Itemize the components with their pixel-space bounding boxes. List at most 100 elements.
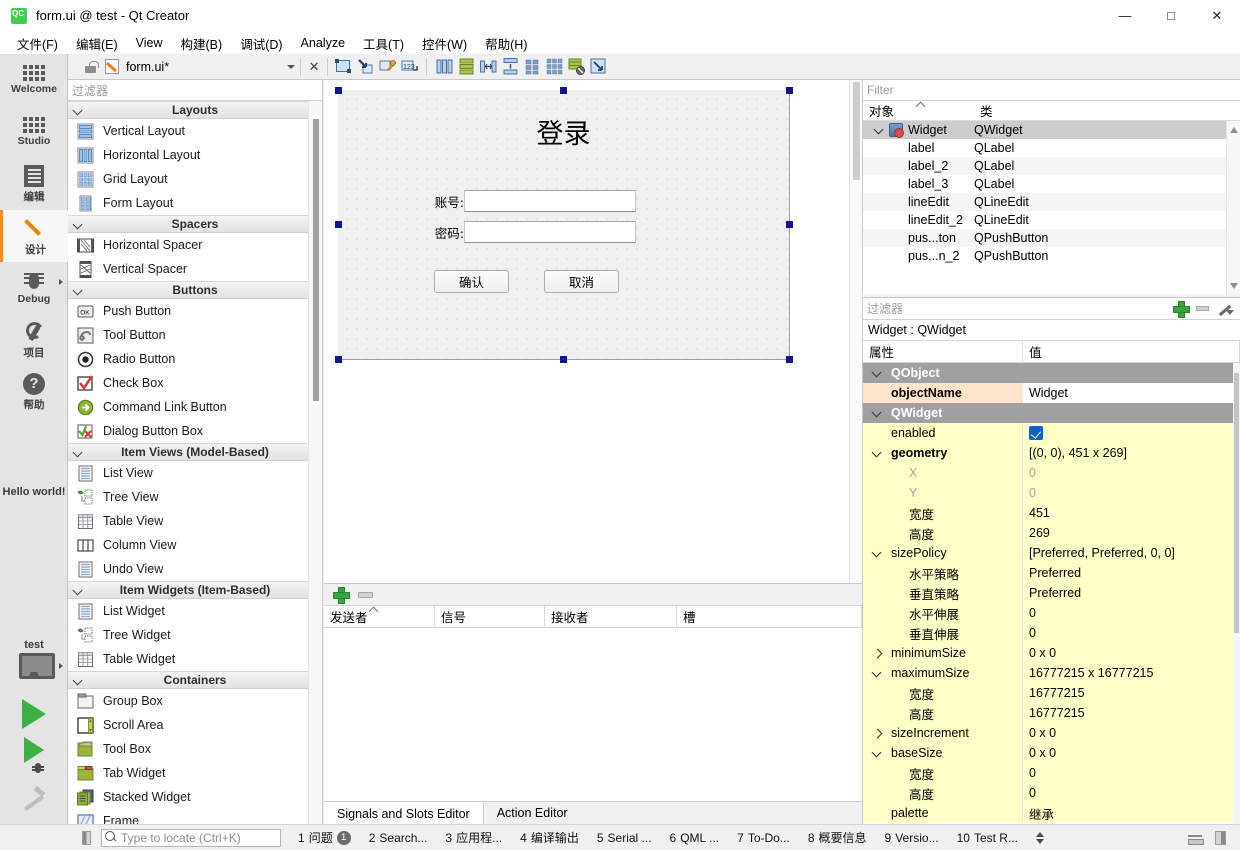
property-row-basesize[interactable]: baseSize 0 x 0 — [863, 743, 1240, 763]
tree-row-lineedit-2[interactable]: lineEdit_2 QLineEdit — [863, 211, 1240, 229]
column-property[interactable]: 属性 — [863, 341, 1023, 362]
property-value[interactable]: Preferred — [1023, 583, 1240, 603]
widget-group-item-views[interactable]: Item Views (Model-Based) — [68, 443, 322, 461]
column-slot[interactable]: 槽 — [677, 606, 862, 627]
property-row-y[interactable]: Y 0 — [863, 483, 1240, 503]
tree-row-pushbutton[interactable]: pus...ton QPushButton — [863, 229, 1240, 247]
property-editor-scrollbar[interactable] — [1233, 363, 1240, 824]
resize-handle-top-center[interactable] — [560, 87, 567, 94]
scrollbar-thumb[interactable] — [853, 82, 860, 180]
chevron-right-icon[interactable] — [873, 729, 881, 737]
run-button[interactable] — [0, 699, 68, 729]
property-row-minimumsize[interactable]: minimumSize 0 x 0 — [863, 643, 1240, 663]
output-pane-compile-output[interactable]: 4 编译输出 — [511, 829, 588, 846]
mode-design[interactable]: 设计 — [0, 210, 68, 262]
scroll-up-icon[interactable] — [1230, 127, 1238, 133]
property-value[interactable]: 269 — [1023, 523, 1240, 543]
tab-action-editor[interactable]: Action Editor — [484, 802, 581, 824]
form-widget[interactable]: 登录 账号: 密码: 确认 取消 — [338, 90, 790, 360]
chevron-right-icon[interactable] — [873, 649, 881, 657]
menu-view[interactable]: View — [127, 34, 172, 52]
property-group-qobject[interactable]: QObject — [863, 363, 1240, 383]
mode-welcome[interactable]: Welcome — [0, 54, 68, 106]
property-row-vertical-policy[interactable]: 垂直策略 Preferred — [863, 583, 1240, 603]
chevron-down-icon[interactable] — [287, 64, 296, 69]
toggle-right-sidebar-icon[interactable] — [1215, 830, 1226, 845]
open-file-name[interactable]: form.ui* — [126, 60, 169, 74]
mode-edit[interactable]: 编辑 — [0, 158, 68, 210]
property-row-palette[interactable]: palette 继承 — [863, 803, 1240, 823]
property-row-vertical-stretch[interactable]: 垂直伸展 0 — [863, 623, 1240, 643]
property-row-geometry-height[interactable]: 高度 269 — [863, 523, 1240, 543]
output-pane-serial[interactable]: 5 Serial ... — [588, 831, 661, 845]
property-row-horizontal-stretch[interactable]: 水平伸展 0 — [863, 603, 1240, 623]
property-row-sizepolicy[interactable]: sizePolicy [Preferred, Preferred, 0, 0] — [863, 543, 1240, 563]
add-icon[interactable] — [333, 587, 350, 604]
widget-item-horizontal-spacer[interactable]: Horizontal Spacer — [68, 233, 322, 257]
property-row-maximumsize-height[interactable]: 高度 16777215 — [863, 703, 1240, 723]
widget-item-tree-view[interactable]: Tree View — [68, 485, 322, 509]
property-row-maximumsize-width[interactable]: 宽度 16777215 — [863, 683, 1240, 703]
object-inspector-filter-input[interactable]: Filter — [863, 80, 1240, 101]
locator-input[interactable]: Type to locate (Ctrl+K) — [101, 828, 281, 847]
widget-item-grid-layout[interactable]: Grid Layout — [68, 167, 322, 191]
property-row-geometry[interactable]: geometry [(0, 0), 451 x 269] — [863, 443, 1240, 463]
property-row-enabled[interactable]: enabled — [863, 423, 1240, 443]
widget-group-spacers[interactable]: Spacers — [68, 215, 322, 233]
widget-item-form-layout[interactable]: Form Layout — [68, 191, 322, 215]
column-sender[interactable]: 发送者 — [324, 606, 435, 627]
build-button[interactable] — [0, 787, 68, 811]
property-value[interactable]: 0 — [1023, 623, 1240, 643]
column-value[interactable]: 值 — [1023, 341, 1240, 362]
widget-item-table-widget[interactable]: Table Widget — [68, 647, 322, 671]
widget-item-table-view[interactable]: Table View — [68, 509, 322, 533]
cancel-button[interactable]: 取消 — [544, 270, 619, 293]
property-row-x[interactable]: X 0 — [863, 463, 1240, 483]
chevron-down-icon[interactable] — [875, 126, 883, 134]
menu-edit[interactable]: 编辑(E) — [67, 32, 127, 55]
menu-debug[interactable]: 调试(D) — [231, 32, 291, 55]
chevron-down-icon[interactable] — [873, 409, 881, 417]
mode-studio[interactable]: Studio — [0, 106, 68, 158]
column-class[interactable]: 类 — [974, 101, 1240, 120]
output-pane-search[interactable]: 2 Search... — [360, 831, 437, 845]
debug-button[interactable] — [0, 737, 68, 779]
output-pane-test-results[interactable]: 10 Test R... — [948, 831, 1027, 845]
property-row-basesize-width[interactable]: 宽度 0 — [863, 763, 1240, 783]
property-value[interactable]: 0 — [1023, 783, 1240, 803]
widget-item-dialog-button-box[interactable]: Dialog Button Box — [68, 419, 322, 443]
property-value[interactable]: 0 — [1023, 463, 1240, 483]
widget-item-command-link-button[interactable]: Command Link Button — [68, 395, 322, 419]
property-value[interactable]: [(0, 0), 451 x 269] — [1023, 443, 1240, 463]
canvas-scrollbar[interactable] — [849, 80, 862, 583]
property-value[interactable]: Preferred — [1023, 563, 1240, 583]
chevron-down-icon[interactable] — [873, 749, 881, 757]
object-inspector-scrollbar[interactable] — [1226, 121, 1240, 295]
kit-target-selector[interactable] — [0, 653, 68, 693]
close-document-icon[interactable]: ✕ — [306, 59, 322, 75]
output-pane-issues[interactable]: 1 问题 1 — [289, 829, 360, 846]
property-value[interactable]: 451 — [1023, 503, 1240, 523]
sidebar-toggle-icon[interactable] — [82, 830, 91, 845]
property-value[interactable]: 0 x 0 — [1023, 743, 1240, 763]
widget-item-radio-button[interactable]: Radio Button — [68, 347, 322, 371]
unlocked-icon[interactable] — [85, 60, 99, 73]
widget-item-check-box[interactable]: Check Box — [68, 371, 322, 395]
widget-item-frame[interactable]: Frame — [68, 809, 322, 824]
tree-row-lineedit[interactable]: lineEdit QLineEdit — [863, 193, 1240, 211]
maximize-button[interactable]: □ — [1148, 0, 1194, 32]
property-value[interactable]: 0 — [1023, 603, 1240, 623]
widget-group-containers[interactable]: Containers — [68, 671, 322, 689]
resize-handle-middle-left[interactable] — [335, 221, 342, 228]
edit-buddies-icon[interactable] — [377, 57, 397, 77]
tree-row-label[interactable]: label QLabel — [863, 139, 1240, 157]
chevron-down-icon[interactable] — [873, 449, 881, 457]
scrollbar-thumb[interactable] — [313, 119, 319, 401]
column-receiver[interactable]: 接收者 — [545, 606, 677, 627]
widget-item-tree-widget[interactable]: Tree Widget — [68, 623, 322, 647]
account-label[interactable]: 账号: — [412, 192, 464, 211]
widget-item-vertical-layout[interactable]: Vertical Layout — [68, 119, 322, 143]
widget-group-layouts[interactable]: Layouts — [68, 101, 322, 119]
password-label[interactable]: 密码: — [412, 223, 464, 242]
widget-item-scroll-area[interactable]: Scroll Area — [68, 713, 322, 737]
